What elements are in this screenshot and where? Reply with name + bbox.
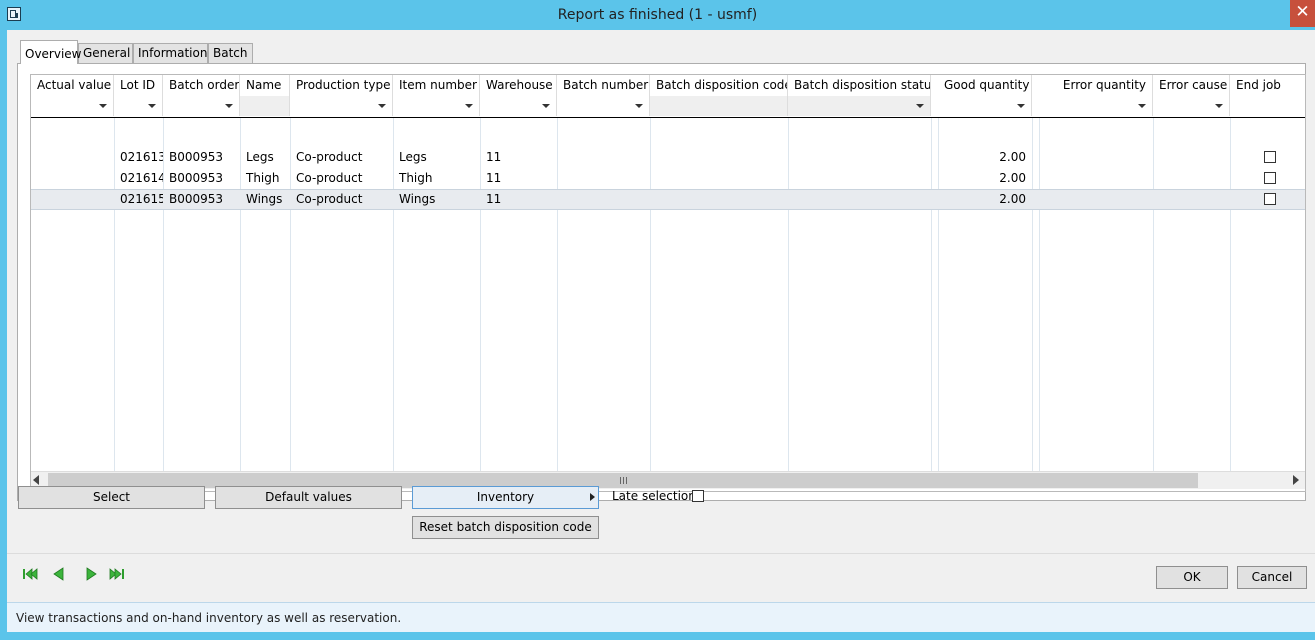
- cell-name: Wings: [246, 192, 283, 206]
- status-text: View transactions and on-hand inventory …: [16, 611, 402, 625]
- cell-lot-id: 021613: [120, 150, 163, 164]
- column-header-error-quantity[interactable]: Error quantity: [1039, 75, 1153, 96]
- dropdown-arrow-icon: [1215, 104, 1223, 108]
- dropdown-arrow-icon: [465, 104, 473, 108]
- inventory-button-label: Inventory: [476, 490, 535, 504]
- column-header-actual-value[interactable]: Actual value: [31, 75, 114, 96]
- select-button[interactable]: Select: [18, 486, 205, 509]
- close-button[interactable]: ✕: [1290, 0, 1315, 27]
- cell-warehouse: 11: [486, 192, 502, 206]
- cell-warehouse: 11: [486, 171, 502, 185]
- dropdown-arrow-icon: [916, 104, 924, 108]
- tab-batch[interactable]: Batch: [208, 43, 253, 63]
- cell-lot-id: 021614: [120, 171, 163, 185]
- last-record-icon[interactable]: [108, 566, 126, 582]
- scroll-left-icon[interactable]: [33, 475, 39, 485]
- column-header-lot-id[interactable]: Lot ID: [114, 75, 163, 96]
- cancel-button[interactable]: Cancel: [1237, 566, 1307, 589]
- filter-batch-disposition-code: [650, 96, 788, 116]
- cell-good-quantity[interactable]: 2.00: [938, 189, 1032, 210]
- cell-warehouse: 11: [486, 150, 502, 164]
- dropdown-arrow-icon: [378, 104, 386, 108]
- dropdown-arrow-icon: [148, 104, 156, 108]
- table-row-selected[interactable]: 021615 B000953 Wings Co-product Wings 11…: [31, 189, 1305, 210]
- filter-warehouse[interactable]: [480, 96, 557, 116]
- header-separator: [31, 117, 1305, 118]
- column-header-error-cause[interactable]: Error cause: [1153, 75, 1230, 96]
- default-values-button[interactable]: Default values: [215, 486, 402, 509]
- filter-batch-number[interactable]: [557, 96, 650, 116]
- column-header-batch-disposition-code[interactable]: Batch disposition code: [650, 75, 788, 96]
- grip-icon: [620, 477, 627, 484]
- first-record-icon[interactable]: [21, 566, 39, 582]
- footer-divider: [7, 553, 1315, 554]
- filter-name: [240, 96, 290, 116]
- cell-item-number: Thigh: [399, 171, 433, 185]
- cell-production-type: Co-product: [296, 192, 363, 206]
- cell-name: Legs: [246, 150, 274, 164]
- filter-good-quantity[interactable]: [938, 96, 1032, 116]
- status-bar: View transactions and on-hand inventory …: [7, 602, 1315, 632]
- filter-lot-id[interactable]: [114, 96, 163, 116]
- column-header-batch-number[interactable]: Batch number: [557, 75, 650, 96]
- dropdown-arrow-icon: [1017, 104, 1025, 108]
- lines-grid: Actual value Lot ID Batch order Name Pro…: [30, 74, 1306, 492]
- end-job-checkbox[interactable]: [1264, 172, 1276, 184]
- inventory-button[interactable]: Inventory: [412, 486, 599, 509]
- next-record-icon[interactable]: [81, 566, 99, 582]
- dropdown-arrow-icon: [225, 104, 233, 108]
- filter-production-type[interactable]: [290, 96, 393, 116]
- scroll-right-icon[interactable]: [1293, 475, 1299, 485]
- late-selection-checkbox[interactable]: [692, 490, 704, 502]
- dialog-body: Overview General Information Batch Actua…: [7, 30, 1315, 632]
- filter-error-quantity[interactable]: [1039, 96, 1153, 116]
- window-title: Report as finished (1 - usmf): [557, 7, 758, 23]
- column-header-name[interactable]: Name: [240, 75, 290, 96]
- column-header-production-type[interactable]: Production type: [290, 75, 393, 96]
- column-header-item-number[interactable]: Item number: [393, 75, 480, 96]
- late-selection-label: Late selection:: [612, 489, 700, 503]
- filter-item-number[interactable]: [393, 96, 480, 116]
- cell-batch-order: B000953: [169, 192, 224, 206]
- dropdown-arrow-icon: [635, 104, 643, 108]
- cell-batch-order: B000953: [169, 150, 224, 164]
- cell-name: Thigh: [246, 171, 280, 185]
- filter-end-job: [1230, 96, 1305, 116]
- dropdown-arrow-icon: [1138, 104, 1146, 108]
- filter-error-cause[interactable]: [1153, 96, 1230, 116]
- column-header-good-quantity[interactable]: Good quantity: [938, 75, 1032, 96]
- table-row[interactable]: 021614 B000953 Thigh Co-product Thigh 11…: [31, 168, 1305, 189]
- cell-good-quantity[interactable]: 2.00: [938, 168, 1032, 189]
- cell-item-number: Legs: [399, 150, 427, 164]
- end-job-checkbox[interactable]: [1264, 151, 1276, 163]
- filter-actual-value[interactable]: [31, 96, 114, 116]
- tab-overview[interactable]: Overview: [20, 40, 82, 64]
- cell-production-type: Co-product: [296, 171, 363, 185]
- submenu-arrow-icon: [590, 493, 595, 501]
- table-row[interactable]: 021613 B000953 Legs Co-product Legs 11 2…: [31, 147, 1305, 168]
- cell-production-type: Co-product: [296, 150, 363, 164]
- column-header-batch-order[interactable]: Batch order: [163, 75, 240, 96]
- filter-batch-order[interactable]: [163, 96, 240, 116]
- filter-batch-disposition-status[interactable]: [788, 96, 931, 116]
- end-job-checkbox[interactable]: [1264, 193, 1276, 205]
- dropdown-arrow-icon: [99, 104, 107, 108]
- column-header-batch-disposition-status[interactable]: Batch disposition status: [788, 75, 931, 96]
- cell-item-number: Wings: [399, 192, 436, 206]
- close-icon: ✕: [1295, 2, 1310, 22]
- cell-good-quantity[interactable]: 2.00: [938, 147, 1032, 168]
- cell-lot-id: 021615: [120, 192, 163, 206]
- previous-record-icon[interactable]: [51, 566, 69, 582]
- dropdown-arrow-icon: [542, 104, 550, 108]
- tab-general[interactable]: General: [78, 43, 133, 63]
- ok-button[interactable]: OK: [1156, 566, 1228, 589]
- column-header-warehouse[interactable]: Warehouse: [480, 75, 557, 96]
- tab-information[interactable]: Information: [133, 43, 208, 63]
- cell-batch-order: B000953: [169, 171, 224, 185]
- column-header-end-job[interactable]: End job: [1230, 75, 1305, 96]
- title-bar: Report as finished (1 - usmf) ✕: [0, 0, 1315, 30]
- reset-batch-disposition-code-button[interactable]: Reset batch disposition code: [412, 516, 599, 539]
